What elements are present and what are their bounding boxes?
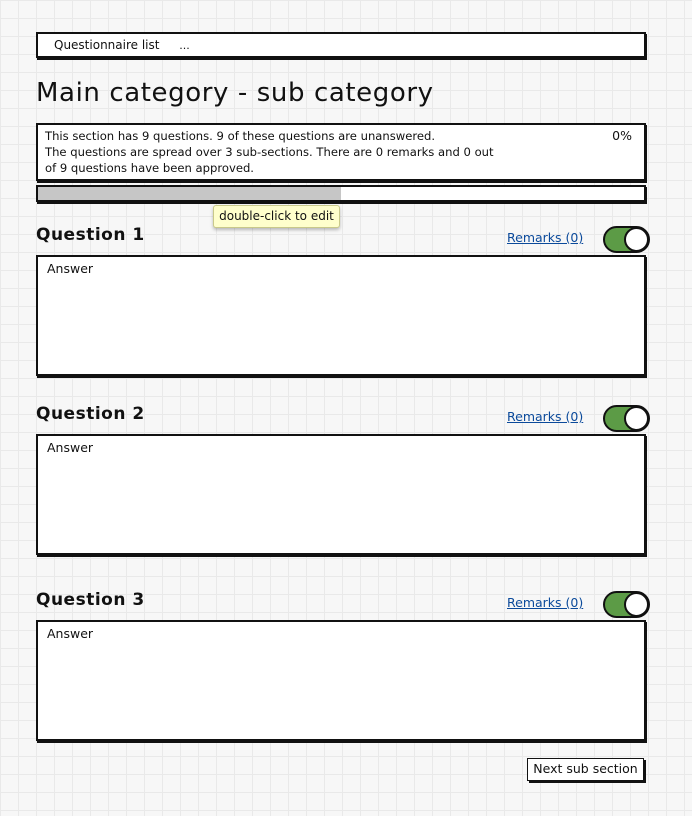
question-1-title: Question 1 bbox=[36, 225, 145, 245]
page-title: Main category - sub category bbox=[36, 78, 434, 108]
question-2-title: Question 2 bbox=[36, 404, 145, 424]
question-2-remarks-link[interactable]: Remarks (0) bbox=[507, 409, 583, 424]
breadcrumb-questionnaire-list-link[interactable]: Questionnaire list bbox=[54, 38, 159, 52]
edit-tooltip: double-click to edit bbox=[213, 205, 340, 228]
toggle-knob bbox=[624, 227, 649, 252]
breadcrumb-ellipsis: ... bbox=[179, 39, 190, 52]
summary-line-1: This section has 9 questions. 9 of these… bbox=[45, 129, 436, 143]
question-2-approve-toggle[interactable] bbox=[603, 405, 650, 432]
progress-bar bbox=[36, 185, 646, 202]
section-summary: This section has 9 questions. 9 of these… bbox=[36, 123, 646, 181]
question-3-approve-toggle[interactable] bbox=[603, 591, 650, 618]
question-3-answer-field[interactable]: Answer bbox=[36, 620, 646, 741]
summary-percent: 0% bbox=[612, 128, 632, 143]
question-3-title: Question 3 bbox=[36, 590, 145, 610]
next-sub-section-button[interactable]: Next sub section bbox=[527, 758, 644, 781]
question-2-answer-field[interactable]: Answer bbox=[36, 434, 646, 555]
summary-line-2: The questions are spread over 3 sub-sect… bbox=[45, 145, 494, 159]
toggle-knob bbox=[624, 406, 649, 431]
summary-line-3: of 9 questions have been approved. bbox=[45, 161, 254, 175]
question-1-remarks-link[interactable]: Remarks (0) bbox=[507, 230, 583, 245]
question-3-remarks-link[interactable]: Remarks (0) bbox=[507, 595, 583, 610]
breadcrumb: Questionnaire list ... bbox=[36, 32, 646, 58]
question-1-answer-field[interactable]: Answer bbox=[36, 255, 646, 376]
toggle-knob bbox=[624, 592, 649, 617]
question-1-approve-toggle[interactable] bbox=[603, 226, 650, 253]
progress-bar-fill bbox=[38, 187, 341, 200]
